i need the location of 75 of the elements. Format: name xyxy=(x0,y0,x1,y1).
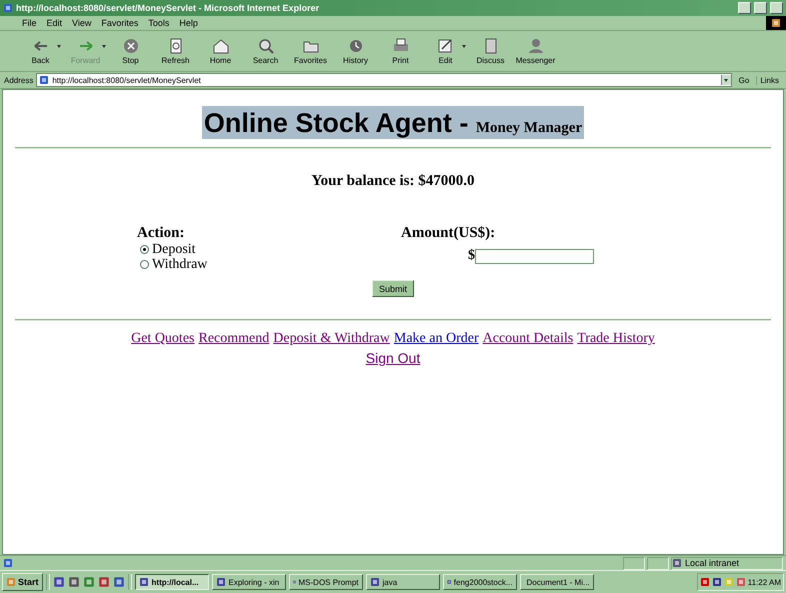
dropdown-caret-icon[interactable] xyxy=(462,44,466,48)
clock: 11:22 AM xyxy=(748,578,781,586)
toolbar-button[interactable]: Search xyxy=(243,38,288,64)
amount-field[interactable] xyxy=(475,248,594,264)
menu-item[interactable]: File xyxy=(22,18,37,28)
menu-item[interactable]: Tools xyxy=(148,18,170,28)
toolbar-button[interactable]: Stop xyxy=(108,38,153,64)
address-label: Address xyxy=(4,76,34,84)
zone-text: Local intranet xyxy=(685,558,740,568)
toolbar-button[interactable]: Favorites xyxy=(288,38,333,64)
page-heading: Online Stock Agent - xyxy=(204,108,470,139)
tray-icon xyxy=(700,577,710,587)
window-icon xyxy=(370,577,380,587)
sign-out-link[interactable]: Sign Out xyxy=(366,350,420,366)
links-button[interactable]: Links xyxy=(756,76,782,84)
menu-item[interactable]: Edit xyxy=(46,18,62,28)
nav-link[interactable]: Trade History xyxy=(577,331,655,347)
taskbar-task[interactable]: java xyxy=(366,574,440,590)
toolbar-button[interactable]: Refresh xyxy=(153,38,198,64)
toolbar-button[interactable]: Back xyxy=(18,38,63,64)
dropdown-button[interactable] xyxy=(720,75,731,85)
page-subheading: Money Manager xyxy=(476,120,582,137)
printer-icon xyxy=(392,38,410,54)
minimize-button[interactable] xyxy=(738,2,751,14)
balance-text: Your balance is: $47000.0 xyxy=(311,173,475,190)
taskbar-task[interactable]: Exploring - xin xyxy=(212,574,286,590)
menu-item[interactable]: Favorites xyxy=(101,18,138,28)
page-icon xyxy=(39,75,50,85)
address-field[interactable]: http://localhost:8080/servlet/MoneyServlet xyxy=(36,73,732,87)
taskbar-task[interactable]: MS-DOS Prompt xyxy=(288,574,363,590)
amount-label: Amount(US$): xyxy=(401,225,496,242)
nav-link[interactable]: Get Quotes xyxy=(131,331,194,347)
tray-icon xyxy=(712,577,722,587)
quick-launch-icon xyxy=(82,576,95,588)
toolbar-button[interactable]: Edit xyxy=(423,38,468,64)
quick-launch-icon xyxy=(52,576,65,588)
nav-link[interactable]: Recommend xyxy=(198,331,270,347)
stop-icon xyxy=(122,38,140,54)
address-text: http://localhost:8080/servlet/MoneyServlet xyxy=(52,76,201,84)
close-button[interactable] xyxy=(770,2,783,14)
window-icon xyxy=(138,577,149,587)
radio-option[interactable]: Withdraw xyxy=(140,257,401,272)
window-title: http://localhost:8080/servlet/MoneyServlet - Microsoft Internet Explorer xyxy=(16,3,320,13)
edit-icon xyxy=(436,38,454,54)
nav-link[interactable]: Make an Order xyxy=(394,331,479,347)
dropdown-caret-icon[interactable] xyxy=(57,44,61,48)
window-icon xyxy=(216,577,226,587)
home-icon xyxy=(212,38,230,54)
menu-item[interactable]: Help xyxy=(179,18,198,28)
restore-button[interactable] xyxy=(754,2,767,14)
taskbar-task[interactable]: Document1 - Mi... xyxy=(520,574,594,590)
toolbar-button[interactable]: Print xyxy=(378,38,423,64)
go-button[interactable]: Go xyxy=(734,76,754,84)
quick-launch-icon xyxy=(68,576,80,588)
start-button[interactable]: Start xyxy=(2,573,43,591)
quick-launch-icon xyxy=(98,576,110,588)
radio-option[interactable]: Deposit xyxy=(140,242,401,257)
taskbar-task[interactable]: feng2000stock... xyxy=(442,574,517,590)
taskbar-task[interactable]: http://local... xyxy=(134,574,209,590)
page-icon xyxy=(3,558,13,568)
toolbar-button[interactable]: Messenger xyxy=(513,38,558,64)
search-icon xyxy=(256,38,274,54)
toolbar-button[interactable]: Discuss xyxy=(468,38,513,64)
tray-icon xyxy=(736,577,746,587)
submit-button[interactable]: Submit xyxy=(372,280,414,297)
tray-icon xyxy=(724,577,734,587)
action-label: Action: xyxy=(137,225,186,242)
menu-item[interactable]: View xyxy=(72,18,92,28)
nav-link[interactable]: Deposit & Withdraw xyxy=(273,331,390,347)
toolbar-button[interactable]: Home xyxy=(198,38,243,64)
toolbar-button[interactable]: History xyxy=(333,38,378,64)
person-icon xyxy=(526,38,544,54)
nav-link[interactable]: Account Details xyxy=(482,331,574,347)
quick-launch-icon xyxy=(112,576,125,588)
dollar-sign: $ xyxy=(468,248,475,264)
